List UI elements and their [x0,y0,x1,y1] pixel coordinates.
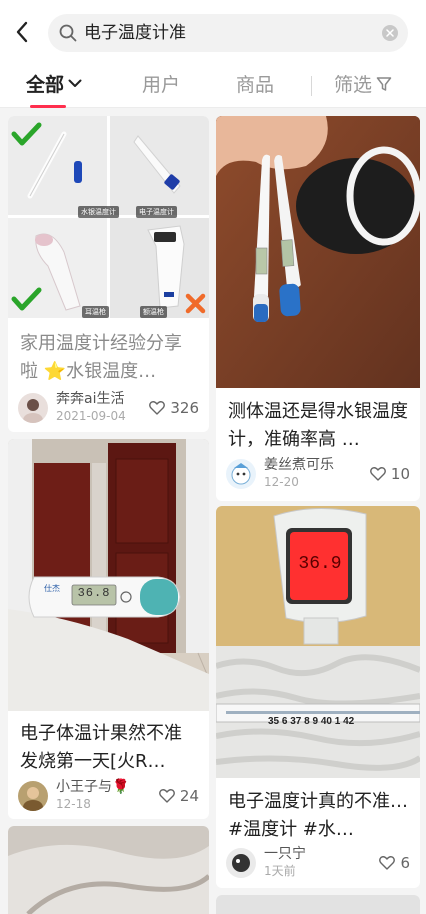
svg-text:仕杰: 仕杰 [44,583,60,593]
tab-divider [311,76,312,96]
like-button[interactable]: 6 [379,853,410,873]
search-input[interactable]: 电子温度计准 [48,14,408,52]
filter-label: 筛选 [334,74,373,96]
image-label: 额温枪 [140,306,167,318]
close-icon [386,29,394,37]
heart-icon [149,401,166,415]
like-count: 326 [170,399,199,417]
filter-icon [376,76,392,91]
post-date: 12-20 [264,475,299,489]
note-title: 测体温还是得水银温度计，准确率高 … [228,401,408,450]
tab-all[interactable]: 全部 [26,64,82,106]
avatar[interactable] [18,781,48,811]
thermometer-scale: 35 6 37 8 9 40 1 42 [268,716,355,727]
note-title: 电子体温计果然不准 发烧第一天[火R… [20,723,182,772]
image-label: 耳温枪 [82,306,109,318]
post-date: 12-18 [56,797,91,811]
note-card[interactable] [8,826,209,914]
chevron-down-icon [68,79,82,87]
note-cover-image: 仕杰 36.8 [8,439,209,711]
note-title: 家用温度计经验分享啦 ⭐水银温度… [20,333,182,382]
chevron-left-icon [16,21,28,43]
avatar[interactable] [18,393,48,423]
note-meta: 姜丝煮可乐 12-20 10 [226,457,410,491]
note-cover-image: 36.9 35 6 37 8 9 40 1 42 [216,506,420,778]
note-meta: 奔奔ai生活 2021-09-04 326 [18,391,199,425]
like-count: 24 [179,787,199,805]
heart-icon [379,856,396,870]
thermometer-reading: 36.8 [77,586,111,600]
filter-button[interactable]: 筛选 [334,64,392,106]
note-cover-image: 水银温度计 电子温度计 耳温枪 额温枪 [8,116,209,318]
post-date: 1天前 [264,864,296,878]
active-tab-indicator [30,105,66,108]
search-icon [59,24,77,42]
note-card[interactable]: 水银温度计 电子温度计 耳温枪 额温枪 家用温度计经验分享啦 ⭐水银温度… 奔奔… [8,116,209,432]
note-card[interactable]: 测体温还是得水银温度计，准确率高 … 姜丝煮可乐 12-20 10 [216,116,420,501]
note-card[interactable] [216,895,420,914]
post-date: 2021-09-04 [56,409,126,423]
tab-goods[interactable]: 商品 [236,64,274,106]
tab-users[interactable]: 用户 [142,64,180,106]
note-meta: 小王子与🌹 12-18 24 [18,779,199,813]
filter-tabs: 全部 用户 商品 筛选 [0,64,426,108]
avatar[interactable] [226,459,256,489]
heart-icon [158,789,175,803]
note-card[interactable]: 36.9 35 6 37 8 9 40 1 42 电子温度计真的不准…#温度计 … [216,506,420,888]
like-count: 6 [400,854,410,872]
clear-search-button[interactable] [382,25,398,41]
heart-icon [369,467,386,481]
note-meta: 一只宁 1天前 6 [226,846,410,880]
note-cover-image [8,826,209,914]
like-button[interactable]: 10 [369,464,410,484]
like-button[interactable]: 326 [149,398,199,418]
author-name[interactable]: 姜丝煮可乐 [264,457,334,474]
back-button[interactable] [8,14,36,50]
tab-all-label: 全部 [26,74,65,96]
note-title: 电子温度计真的不准…#温度计 #水… [228,791,408,840]
search-query-text: 电子温度计准 [84,23,186,43]
search-header: 电子温度计准 [0,0,426,64]
author-name[interactable]: 一只宁 [264,846,306,863]
note-cover-image [216,116,420,388]
image-label: 水银温度计 [78,206,119,218]
image-label: 电子温度计 [136,206,177,218]
avatar[interactable] [226,848,256,878]
thermometer-reading: 36.9 [298,554,342,574]
like-count: 10 [390,465,410,483]
note-card[interactable]: 仕杰 36.8 电子体温计果然不准 发烧第一天[火R… 小王子与🌹 12-18 … [8,439,209,819]
note-cover-image [216,895,420,914]
author-name[interactable]: 奔奔ai生活 [56,391,124,408]
author-name[interactable]: 小王子与🌹 [56,779,129,796]
like-button[interactable]: 24 [158,786,199,806]
